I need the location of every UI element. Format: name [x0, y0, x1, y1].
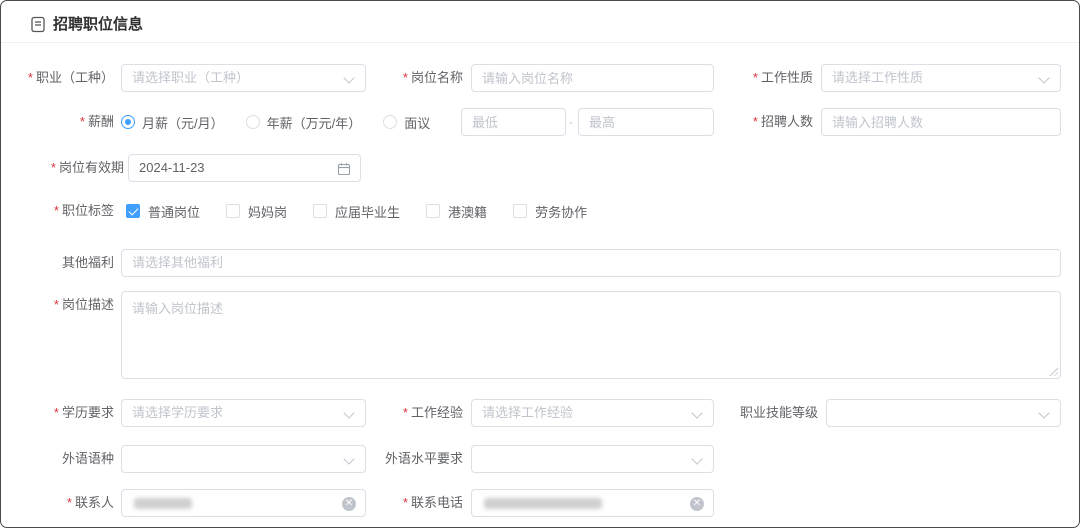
occupation-label: *职业（工种） [22, 64, 114, 92]
experience-select[interactable]: 请选择工作经验 [471, 399, 714, 427]
description-textarea[interactable] [122, 292, 1060, 378]
redacted-contact-name-value [134, 498, 192, 509]
date-value: 2024-11-23 [129, 155, 360, 181]
tag-checkbox-normal-post[interactable]: 普通岗位 [126, 202, 200, 221]
contact-phone-input[interactable]: ✕ [471, 489, 714, 517]
tags-label: *职位标签 [22, 201, 114, 221]
header-divider [1, 42, 1079, 43]
calendar-icon [337, 162, 351, 176]
salary-range-separator: - [566, 108, 576, 136]
experience-label: *工作经验 [366, 399, 463, 427]
salary-max-input[interactable] [578, 108, 714, 136]
radio-icon[interactable] [383, 115, 397, 129]
radio-selected-icon[interactable] [121, 115, 135, 129]
contact-name-label: *联系人 [22, 489, 114, 517]
job-nature-select[interactable]: 请选择工作性质 [821, 64, 1061, 92]
skill-level-label: 职业技能等级 [714, 399, 818, 427]
recruitment-job-form-panel: 招聘职位信息 *职业（工种） 请选择职业（工种） *岗位名称 *工作性质 请选择… [0, 0, 1080, 528]
tag-checkbox-fresh-graduate[interactable]: 应届毕业生 [313, 202, 400, 221]
page-title: 招聘职位信息 [53, 13, 143, 37]
checkbox-icon[interactable] [313, 204, 327, 218]
valid-until-label: *岗位有效期 [22, 154, 124, 182]
benefits-label: 其他福利 [22, 249, 114, 277]
headcount-label: *招聘人数 [714, 108, 813, 136]
checkbox-checked-icon[interactable] [126, 204, 140, 218]
foreign-language-label: 外语语种 [22, 445, 114, 473]
salary-radio-negotiable[interactable]: 面议 [383, 113, 430, 132]
radio-icon[interactable] [246, 115, 260, 129]
tag-checkbox-labor-cooperation[interactable]: 劳务协作 [513, 202, 587, 221]
headcount-input[interactable] [821, 108, 1061, 136]
tag-checkbox-hk-macau[interactable]: 港澳籍 [426, 202, 487, 221]
salary-radio-yearly[interactable]: 年薪（万元/年） [246, 113, 362, 132]
education-select[interactable]: 请选择学历要求 [121, 399, 366, 427]
document-icon [31, 16, 45, 33]
checkbox-icon[interactable] [426, 204, 440, 218]
salary-radio-group: 月薪（元/月） 年薪（万元/年） 面议 [121, 108, 430, 136]
redacted-contact-phone-value [484, 498, 602, 509]
job-name-input[interactable] [471, 64, 714, 92]
checkbox-icon[interactable] [226, 204, 240, 218]
clear-circle-icon[interactable]: ✕ [342, 497, 356, 511]
skill-level-select[interactable] [826, 399, 1061, 427]
contact-name-input[interactable]: ✕ [121, 489, 366, 517]
education-label: *学历要求 [22, 399, 114, 427]
language-level-label: 外语水平要求 [366, 445, 463, 473]
salary-min-input[interactable] [461, 108, 566, 136]
description-label: *岗位描述 [22, 291, 114, 319]
salary-label: *薪酬 [22, 108, 114, 136]
clear-circle-icon[interactable]: ✕ [690, 497, 704, 511]
checkbox-icon[interactable] [513, 204, 527, 218]
language-level-select[interactable] [471, 445, 714, 473]
tags-checkbox-group: 普通岗位 妈妈岗 应届毕业生 港澳籍 劳务协作 [126, 201, 587, 221]
contact-phone-label: *联系电话 [366, 489, 463, 517]
tag-checkbox-mother-post[interactable]: 妈妈岗 [226, 202, 287, 221]
valid-until-date-picker[interactable]: 2024-11-23 [128, 154, 361, 182]
job-nature-label: *工作性质 [714, 64, 813, 92]
occupation-select[interactable]: 请选择职业（工种） [121, 64, 366, 92]
salary-radio-monthly[interactable]: 月薪（元/月） [121, 113, 224, 132]
foreign-language-select[interactable] [121, 445, 366, 473]
benefits-select[interactable]: 请选择其他福利 [121, 249, 1061, 277]
job-name-label: *岗位名称 [366, 64, 463, 92]
description-textarea-wrap [121, 291, 1061, 379]
